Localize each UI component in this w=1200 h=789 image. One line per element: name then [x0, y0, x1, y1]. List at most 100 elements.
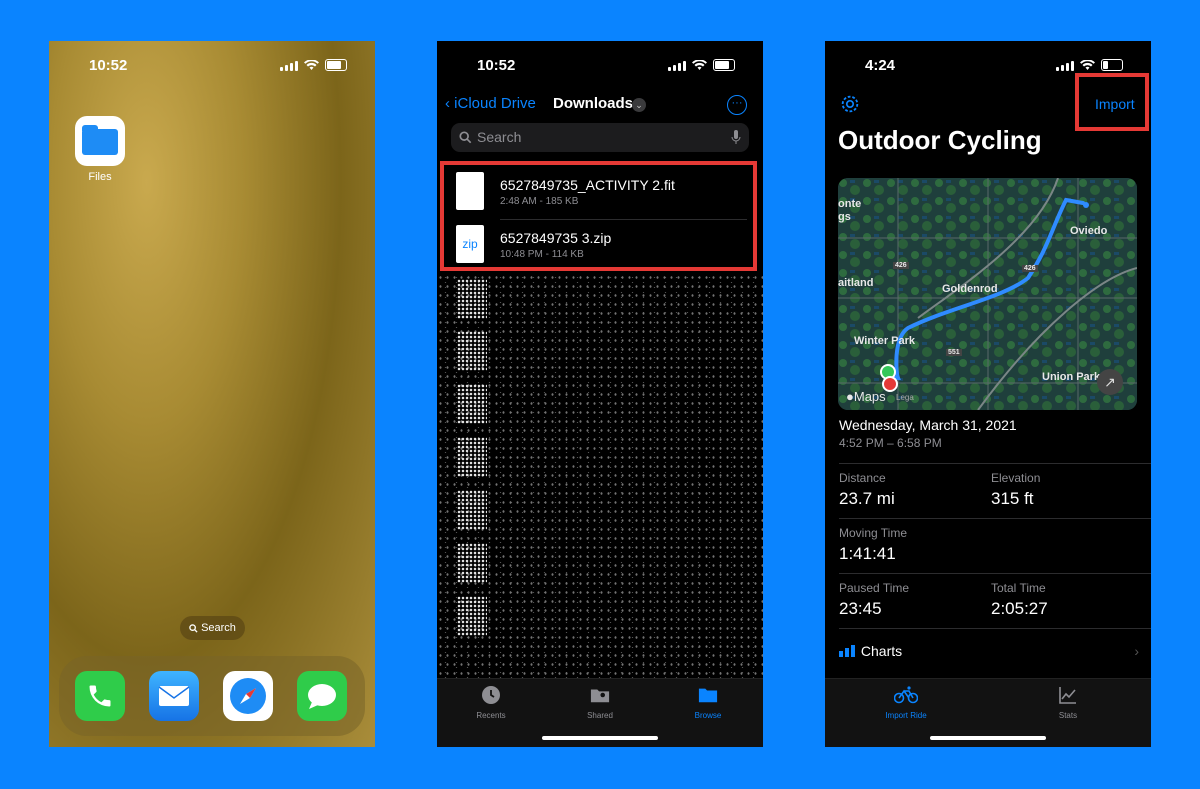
- file-thumbnail: [457, 490, 487, 530]
- cycling-app-screen: 4:24 Import Outdoor Cycling onte gs Ovie…: [825, 41, 1151, 747]
- tab-label: Import Ride: [885, 711, 927, 720]
- workout-date: Wednesday, March 31, 2021: [839, 417, 1017, 433]
- status-time: 10:52: [89, 57, 128, 74]
- map-label: aitland: [838, 277, 874, 289]
- paused-time-label: Paused Time: [839, 581, 910, 595]
- home-screen: 10:52 Files Search: [49, 41, 375, 747]
- apple-logo-icon: ●: [846, 389, 854, 404]
- status-bar: 10:52: [437, 57, 763, 77]
- home-search-button[interactable]: Search: [180, 616, 245, 640]
- workout-time-range: 4:52 PM – 6:58 PM: [839, 436, 942, 450]
- tab-label: Stats: [1058, 711, 1078, 720]
- tab-browse[interactable]: Browse: [668, 685, 748, 720]
- file-thumbnail: [457, 279, 487, 319]
- tab-shared[interactable]: Shared: [560, 685, 640, 720]
- page-title: Outdoor Cycling: [838, 125, 1042, 155]
- mail-app-icon[interactable]: [149, 671, 199, 721]
- distance-label: Distance: [839, 471, 886, 485]
- map-label: Goldenrod: [942, 283, 998, 295]
- route-map[interactable]: onte gs Oviedo Goldenrod aitland Winter …: [838, 178, 1137, 410]
- map-label: gs: [838, 211, 851, 223]
- messages-app-icon[interactable]: [297, 671, 347, 721]
- charts-row[interactable]: Charts: [839, 643, 902, 659]
- speech-bubble-icon: [308, 684, 336, 709]
- divider: [839, 518, 1151, 519]
- folder-icon: [698, 688, 718, 703]
- tab-import-ride[interactable]: Import Ride: [866, 685, 946, 720]
- tab-label: Browse: [694, 711, 722, 720]
- file-thumbnail: [457, 437, 487, 477]
- divider: [839, 628, 1151, 629]
- divider: [839, 573, 1151, 574]
- safari-app-icon[interactable]: [223, 671, 273, 721]
- charts-label: Charts: [860, 643, 903, 659]
- wifi-icon: [304, 59, 319, 70]
- home-indicator[interactable]: [930, 736, 1046, 740]
- page-title: Downloads: [553, 95, 634, 112]
- file-name: 6527849735_ACTIVITY 2.fit: [500, 177, 675, 193]
- road-shield: 551: [946, 349, 962, 356]
- battery-icon: [1101, 59, 1123, 71]
- moving-time-label: Moving Time: [839, 526, 908, 540]
- cellular-signal-icon: [280, 60, 298, 71]
- file-meta: 10:48 PM - 114 KB: [500, 249, 584, 260]
- paused-time-value: 23:45: [839, 599, 882, 618]
- chart-icon: [1059, 687, 1076, 704]
- file-thumbnail: [457, 384, 487, 424]
- road-shield: 426: [1022, 265, 1038, 272]
- wifi-icon: [692, 59, 707, 70]
- tab-recents[interactable]: Recents: [451, 685, 531, 720]
- wifi-icon: [1080, 59, 1095, 70]
- shared-folder-icon: [590, 689, 610, 703]
- import-button[interactable]: Import: [1095, 96, 1135, 112]
- phone-app-icon[interactable]: [75, 671, 125, 721]
- home-indicator[interactable]: [542, 736, 658, 740]
- search-input[interactable]: Search: [451, 123, 749, 152]
- gear-icon[interactable]: [839, 93, 861, 115]
- bicycle-icon: [894, 686, 918, 704]
- status-time: 4:24: [865, 57, 896, 74]
- back-button[interactable]: ‹ iCloud Drive: [445, 95, 536, 112]
- elevation-value: 315 ft: [991, 489, 1034, 508]
- file-row[interactable]: 6527849735_ACTIVITY 2.fit 2:48 AM - 185 …: [456, 172, 746, 222]
- search-icon: [189, 623, 198, 633]
- distance-value: 23.7 mi: [839, 489, 895, 508]
- bar-chart-icon: [839, 645, 855, 657]
- tab-label: Recents: [476, 711, 506, 720]
- microphone-icon[interactable]: [731, 130, 741, 145]
- more-options-icon[interactable]: ···: [727, 95, 747, 115]
- file-thumbnail: [457, 543, 487, 583]
- apple-maps-logo: ●Maps: [846, 389, 886, 404]
- battery-icon: [713, 59, 735, 71]
- file-name: 6527849735 3.zip: [500, 230, 612, 246]
- phone-icon: [89, 685, 111, 707]
- zip-file-icon: zip: [456, 225, 484, 263]
- cellular-signal-icon: [1056, 60, 1074, 71]
- map-label: Union Park: [1042, 371, 1101, 383]
- back-label: iCloud Drive: [454, 95, 536, 112]
- files-app-screen: 10:52 ‹ iCloud Drive Downloads ⌄ ··· Sea…: [437, 41, 763, 747]
- search-label: Search: [201, 622, 236, 634]
- expand-map-icon[interactable]: ↗: [1097, 369, 1123, 395]
- file-row[interactable]: zip 6527849735 3.zip 10:48 PM - 114 KB: [456, 225, 746, 275]
- map-label: Winter Park: [854, 335, 916, 347]
- chevron-down-icon[interactable]: ⌄: [632, 98, 646, 112]
- legal-link[interactable]: Lega: [896, 393, 914, 402]
- map-label: onte: [838, 198, 862, 210]
- clock-icon: [482, 686, 500, 704]
- map-label: Oviedo: [1070, 225, 1108, 237]
- dock: [59, 656, 365, 736]
- compass-icon: [230, 678, 266, 714]
- tab-stats[interactable]: Stats: [1028, 685, 1108, 720]
- navigation-bar: ‹ iCloud Drive Downloads ⌄ ···: [437, 95, 763, 121]
- tab-bar: Recents Shared Browse: [437, 678, 763, 747]
- document-icon: [456, 172, 484, 210]
- files-app-icon[interactable]: [75, 116, 125, 166]
- tab-label: Shared: [587, 711, 613, 720]
- total-time-value: 2:05:27: [991, 599, 1048, 618]
- envelope-icon: [158, 686, 190, 706]
- file-thumbnail: [457, 596, 487, 636]
- search-placeholder: Search: [477, 129, 522, 145]
- tab-bar: Import Ride Stats: [825, 678, 1151, 747]
- files-app-label: Files: [88, 171, 112, 183]
